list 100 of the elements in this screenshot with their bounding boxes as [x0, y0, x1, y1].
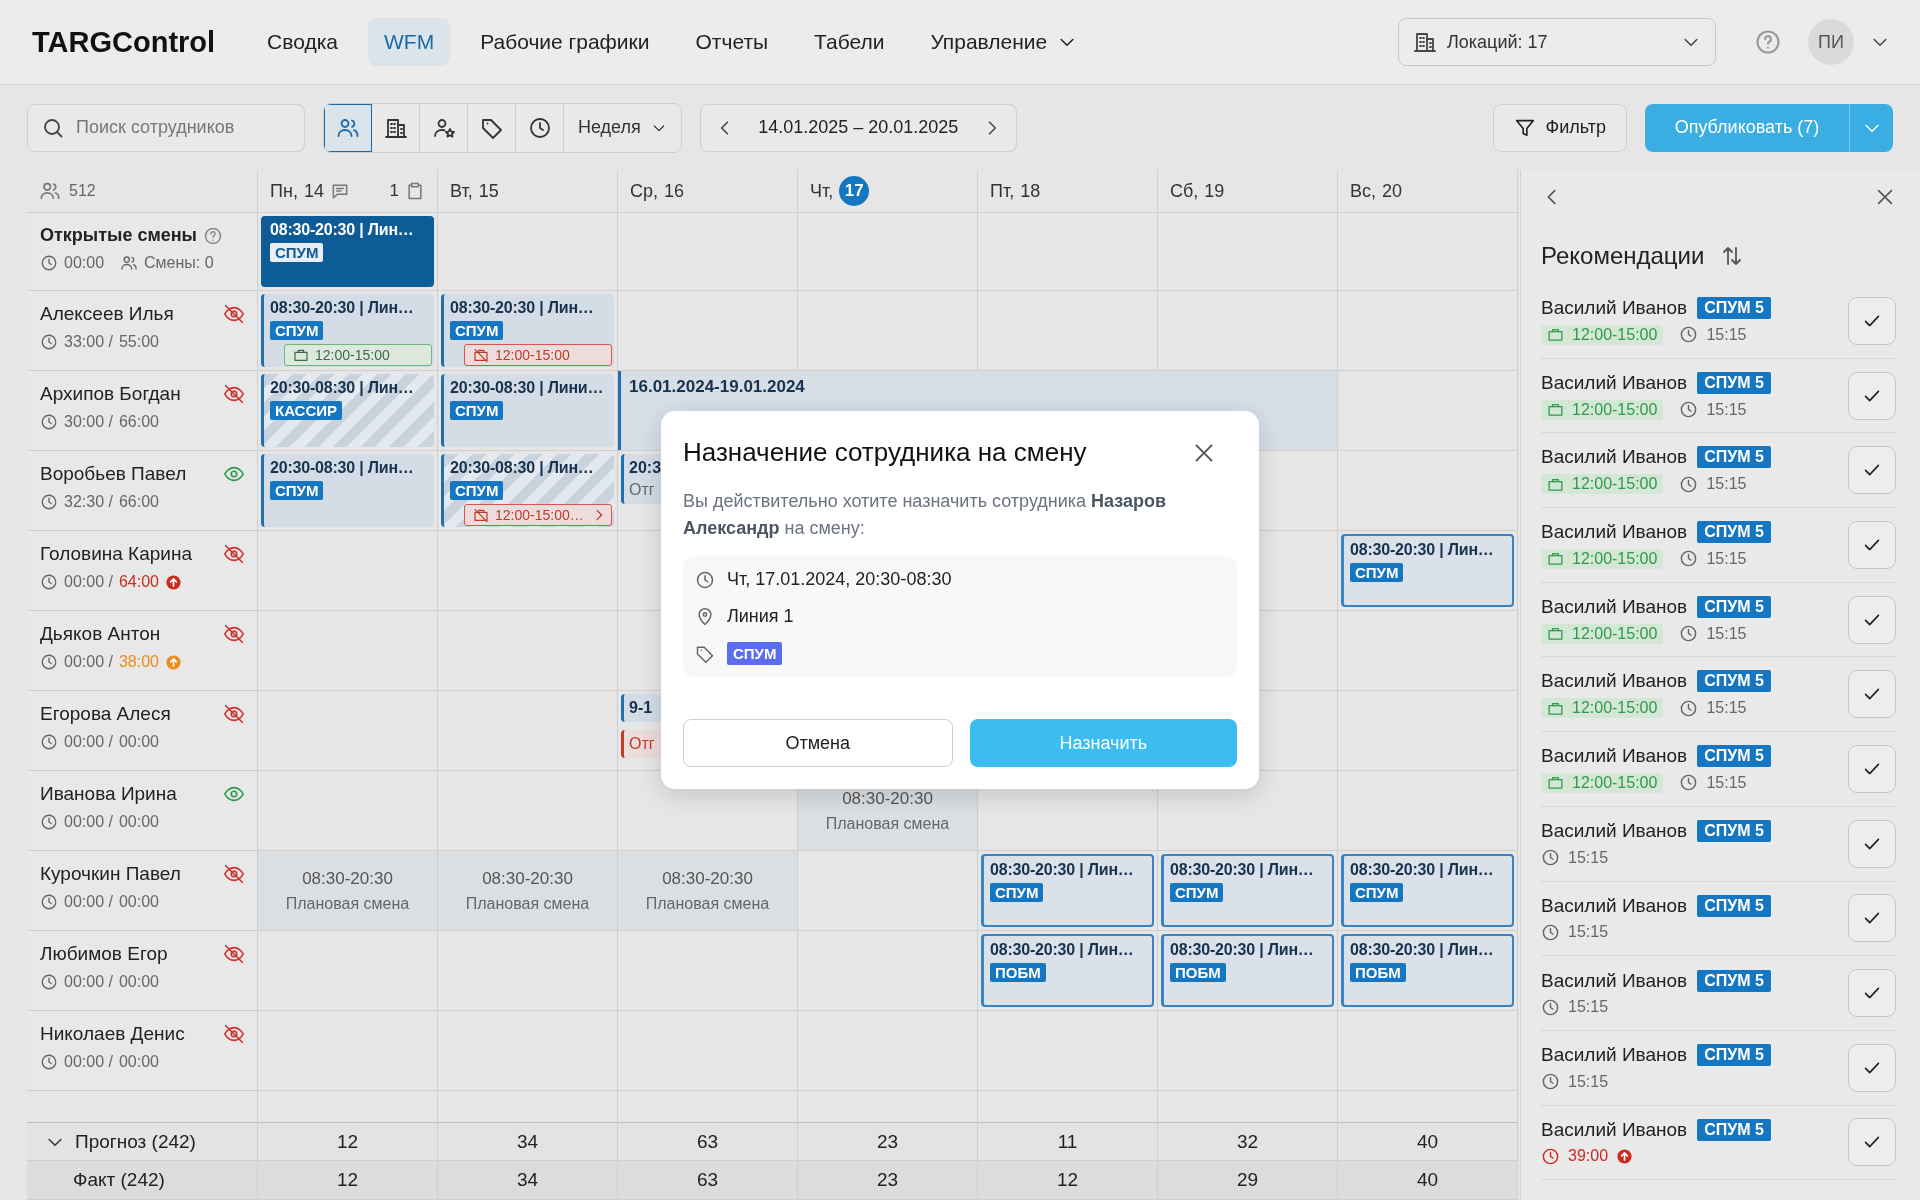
clipboard-icon[interactable]	[405, 181, 425, 201]
day-date: 20	[1382, 180, 1403, 203]
help-icon[interactable]	[1754, 28, 1782, 56]
hours-worked: 00:00 /	[64, 973, 113, 991]
hours-text: 15:15	[1706, 325, 1747, 344]
nav-tab[interactable]: WFM	[368, 18, 451, 66]
nav-tab[interactable]: Управление	[914, 18, 1094, 66]
note-count: 1	[389, 181, 399, 201]
planned-shift[interactable]: 08:30-20:30 Плановая смена	[438, 851, 617, 930]
employee-name: Василий Иванов	[1541, 296, 1688, 319]
role-tag: СПУМ	[450, 401, 504, 420]
shift-block[interactable]: 08:30-20:30 | Лин… ПОБМ	[981, 934, 1154, 1007]
day-label: Пн,	[270, 180, 298, 202]
schedule-cell[interactable]	[258, 1011, 438, 1091]
shift-block[interactable]: 08:30-20:30 | Лин… СПУМ 12:00-15:00	[441, 294, 614, 367]
hours-text: 15:15	[1706, 549, 1747, 568]
nav-tab[interactable]: Отчеты	[679, 18, 785, 66]
open-shift-block[interactable]: 08:30-20:30 | Лин… СПУМ	[261, 216, 434, 287]
users-view-button[interactable]	[324, 103, 372, 152]
app-logo[interactable]: TARGControl	[32, 25, 216, 59]
cancel-button[interactable]: Отмена	[683, 719, 953, 767]
shift-block[interactable]: 08:30-20:30 | Лин… СПУМ 12:00-15:00	[261, 294, 434, 367]
shift-block[interactable]: 08:30-20:30 | Лин… ПОБМ	[1161, 934, 1334, 1007]
assign-check-button[interactable]	[1848, 371, 1896, 420]
day-label: Ср,	[630, 180, 658, 202]
shift-time: 08:30-20:30	[302, 868, 393, 889]
planned-shift[interactable]: 08:30-20:30 Плановая смена	[618, 851, 797, 930]
user-avatar[interactable]: ПИ	[1808, 19, 1854, 65]
eye-off-icon[interactable]	[223, 703, 245, 725]
briefcase-icon	[293, 347, 309, 363]
eye-off-icon[interactable]	[223, 943, 245, 965]
employee-name[interactable]: Иванова Ирина	[40, 783, 177, 805]
role-tag: СПУМ 5	[1697, 446, 1771, 469]
assign-check-button[interactable]	[1848, 744, 1896, 793]
employee-name[interactable]: Воробьев Павел	[40, 463, 187, 485]
employee-name[interactable]: Курочкин Павел	[40, 863, 181, 885]
assign-check-button[interactable]	[1848, 520, 1896, 569]
shift-block[interactable]: 20:30-08:30 | Лини… СПУМ	[441, 374, 614, 447]
shift-block[interactable]: 08:30-20:30 | Лин… СПУМ	[981, 854, 1154, 927]
shift-block[interactable]: 08:30-20:30 | Лин… СПУМ	[1161, 854, 1334, 927]
filter-button[interactable]: Фильтр	[1492, 103, 1627, 152]
availability-badge[interactable]: 12:00-15:00	[284, 344, 432, 366]
hours-text: 15:15	[1706, 773, 1747, 792]
role-tag: СПУМ	[450, 321, 504, 340]
shift-time: 08:30-20:30 | Лин…	[1170, 861, 1314, 879]
shift-count: Смены: 0	[144, 254, 214, 272]
search-field[interactable]: Поиск сотрудников	[27, 103, 305, 152]
assign-check-button[interactable]	[1848, 1043, 1896, 1092]
assign-check-button[interactable]	[1848, 819, 1896, 868]
schedule-cell[interactable]	[258, 611, 438, 691]
eye-off-icon[interactable]	[223, 543, 245, 565]
role-tag: СПУМ	[1350, 883, 1404, 902]
role-tag: СПУМ 5	[1697, 820, 1771, 843]
clock-icon	[40, 1053, 58, 1071]
assign-check-button[interactable]	[1848, 595, 1896, 644]
eye-off-icon[interactable]	[223, 1023, 245, 1045]
employee-name[interactable]: Дьяков Антон	[40, 623, 161, 645]
role-tag: СПУМ	[990, 883, 1044, 902]
eye-off-icon[interactable]	[223, 623, 245, 645]
assign-check-button[interactable]	[1848, 1118, 1896, 1167]
schedule-cell[interactable]	[258, 931, 438, 1011]
help-icon	[203, 225, 223, 246]
nav-tab[interactable]: Рабочие графики	[464, 18, 666, 66]
total-value: 12	[336, 1169, 359, 1191]
employee-name[interactable]: Алексеев Илья	[40, 303, 174, 325]
eye-off-icon[interactable]	[223, 863, 245, 885]
assign-check-button[interactable]	[1848, 446, 1896, 495]
planned-shift[interactable]: 08:30-20:30 Плановая смена	[258, 851, 437, 930]
eye-off-icon[interactable]	[223, 303, 245, 325]
totals-label: Факт (242)	[73, 1169, 165, 1191]
employee-name[interactable]: Николаев Денис	[40, 1023, 185, 1045]
shift-block[interactable]: 20:30-08:30 | Лин… СПУМ	[261, 454, 434, 527]
day-date: 17	[839, 176, 870, 206]
availability-badge[interactable]: 12:00-15:00	[464, 344, 612, 366]
employee-name[interactable]: Головина Карина	[40, 543, 192, 565]
hours-limit: 66:00	[118, 493, 159, 511]
block-text: 20:3	[629, 459, 663, 477]
assign-check-button[interactable]	[1848, 296, 1896, 345]
shift-block[interactable]: 20:30-08:30 | Лин… СПУМ 12:00-15:00…	[441, 454, 614, 527]
publish-menu-button[interactable]	[1849, 103, 1893, 152]
shift-block[interactable]: 08:30-20:30 | Лин… ПОБМ	[1341, 934, 1514, 1007]
assign-check-button[interactable]	[1848, 969, 1896, 1018]
assign-check-button[interactable]	[1848, 894, 1896, 943]
total-value: 40	[1416, 1169, 1439, 1191]
employee-name[interactable]: Любимов Егор	[40, 943, 168, 965]
shift-block[interactable]: 20:30-08:30 | Лин… КАССИР	[261, 374, 434, 447]
assign-check-button[interactable]	[1848, 670, 1896, 719]
nav-tab[interactable]: Сводка	[251, 18, 354, 66]
schedule-cell[interactable]	[258, 691, 438, 771]
availability-time: 12:00-15:00	[315, 347, 390, 363]
employee-name[interactable]: Архипов Богдан	[40, 383, 181, 405]
availability-badge[interactable]: 12:00-15:00…	[464, 504, 612, 526]
total-value: 32	[1236, 1130, 1259, 1153]
schedule-cell[interactable]	[258, 531, 438, 611]
nav-tab[interactable]: Табели	[798, 18, 901, 66]
eye-off-icon[interactable]	[223, 383, 245, 405]
shift-block[interactable]: 08:30-20:30 | Лин… СПУМ	[1341, 534, 1514, 607]
location-select[interactable]: Локаций: 17	[1398, 18, 1716, 66]
employee-name[interactable]: Егорова Алеся	[40, 703, 171, 725]
shift-block[interactable]: 08:30-20:30 | Лин… СПУМ	[1341, 854, 1514, 927]
